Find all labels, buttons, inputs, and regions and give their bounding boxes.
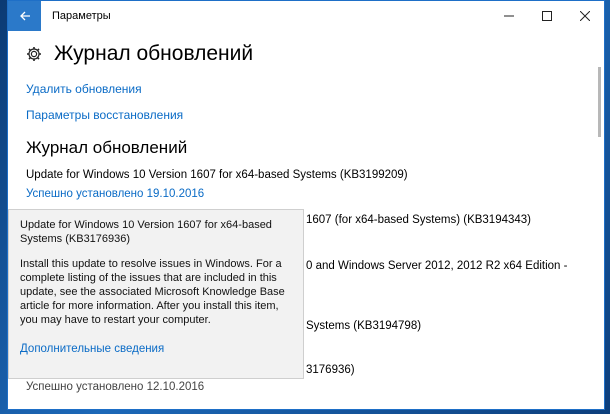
scrollbar-thumb[interactable]: [598, 67, 601, 137]
minimize-icon: [504, 15, 514, 17]
update-item-status[interactable]: Успешно установлено 12.10.2016: [26, 381, 204, 393]
window-title: Параметры: [52, 10, 111, 22]
recovery-options-link[interactable]: Параметры восстановления: [26, 108, 183, 122]
update-item-name: Update for Windows 10 Version 1607 for x…: [26, 169, 408, 181]
update-item-status[interactable]: Успешно установлено 19.10.2016: [26, 188, 204, 200]
update-item-name: 0 and Windows Server 2012, 2012 R2 x64 E…: [306, 260, 568, 272]
maximize-button[interactable]: [528, 1, 566, 31]
content-area: Журнал обновлений: [8, 39, 604, 69]
page-title: Журнал обновлений: [54, 42, 254, 65]
more-info-link[interactable]: Дополнительные сведения: [20, 343, 164, 355]
close-icon: [580, 11, 590, 21]
minimize-button[interactable]: [490, 1, 528, 31]
title-bar: Параметры: [8, 1, 604, 31]
section-title: Журнал обновлений: [26, 138, 188, 157]
back-button[interactable]: [8, 1, 41, 31]
settings-window: Параметры Журнал обновлений Удалить обно…: [7, 0, 605, 410]
tooltip-body: Install this update to resolve issues in…: [20, 258, 285, 326]
update-item-name: Systems (KB3194798): [306, 320, 422, 332]
arrow-left-icon: [19, 11, 30, 21]
close-button[interactable]: [566, 1, 604, 31]
update-tooltip: Update for Windows 10 Version 1607 for x…: [8, 209, 304, 379]
gear-icon: [26, 46, 42, 62]
desktop-background: Параметры Журнал обновлений Удалить обно…: [0, 0, 610, 414]
tooltip-title: Update for Windows 10 Version 1607 for x…: [20, 219, 272, 245]
uninstall-updates-link[interactable]: Удалить обновления: [26, 82, 142, 96]
maximize-icon: [542, 11, 552, 21]
window-controls: [490, 1, 604, 31]
update-item-name: 3176936): [306, 364, 355, 376]
page-header: Журнал обновлений: [26, 39, 604, 69]
update-item-name: 1607 (for x64-based Systems) (KB3194343): [306, 214, 532, 226]
